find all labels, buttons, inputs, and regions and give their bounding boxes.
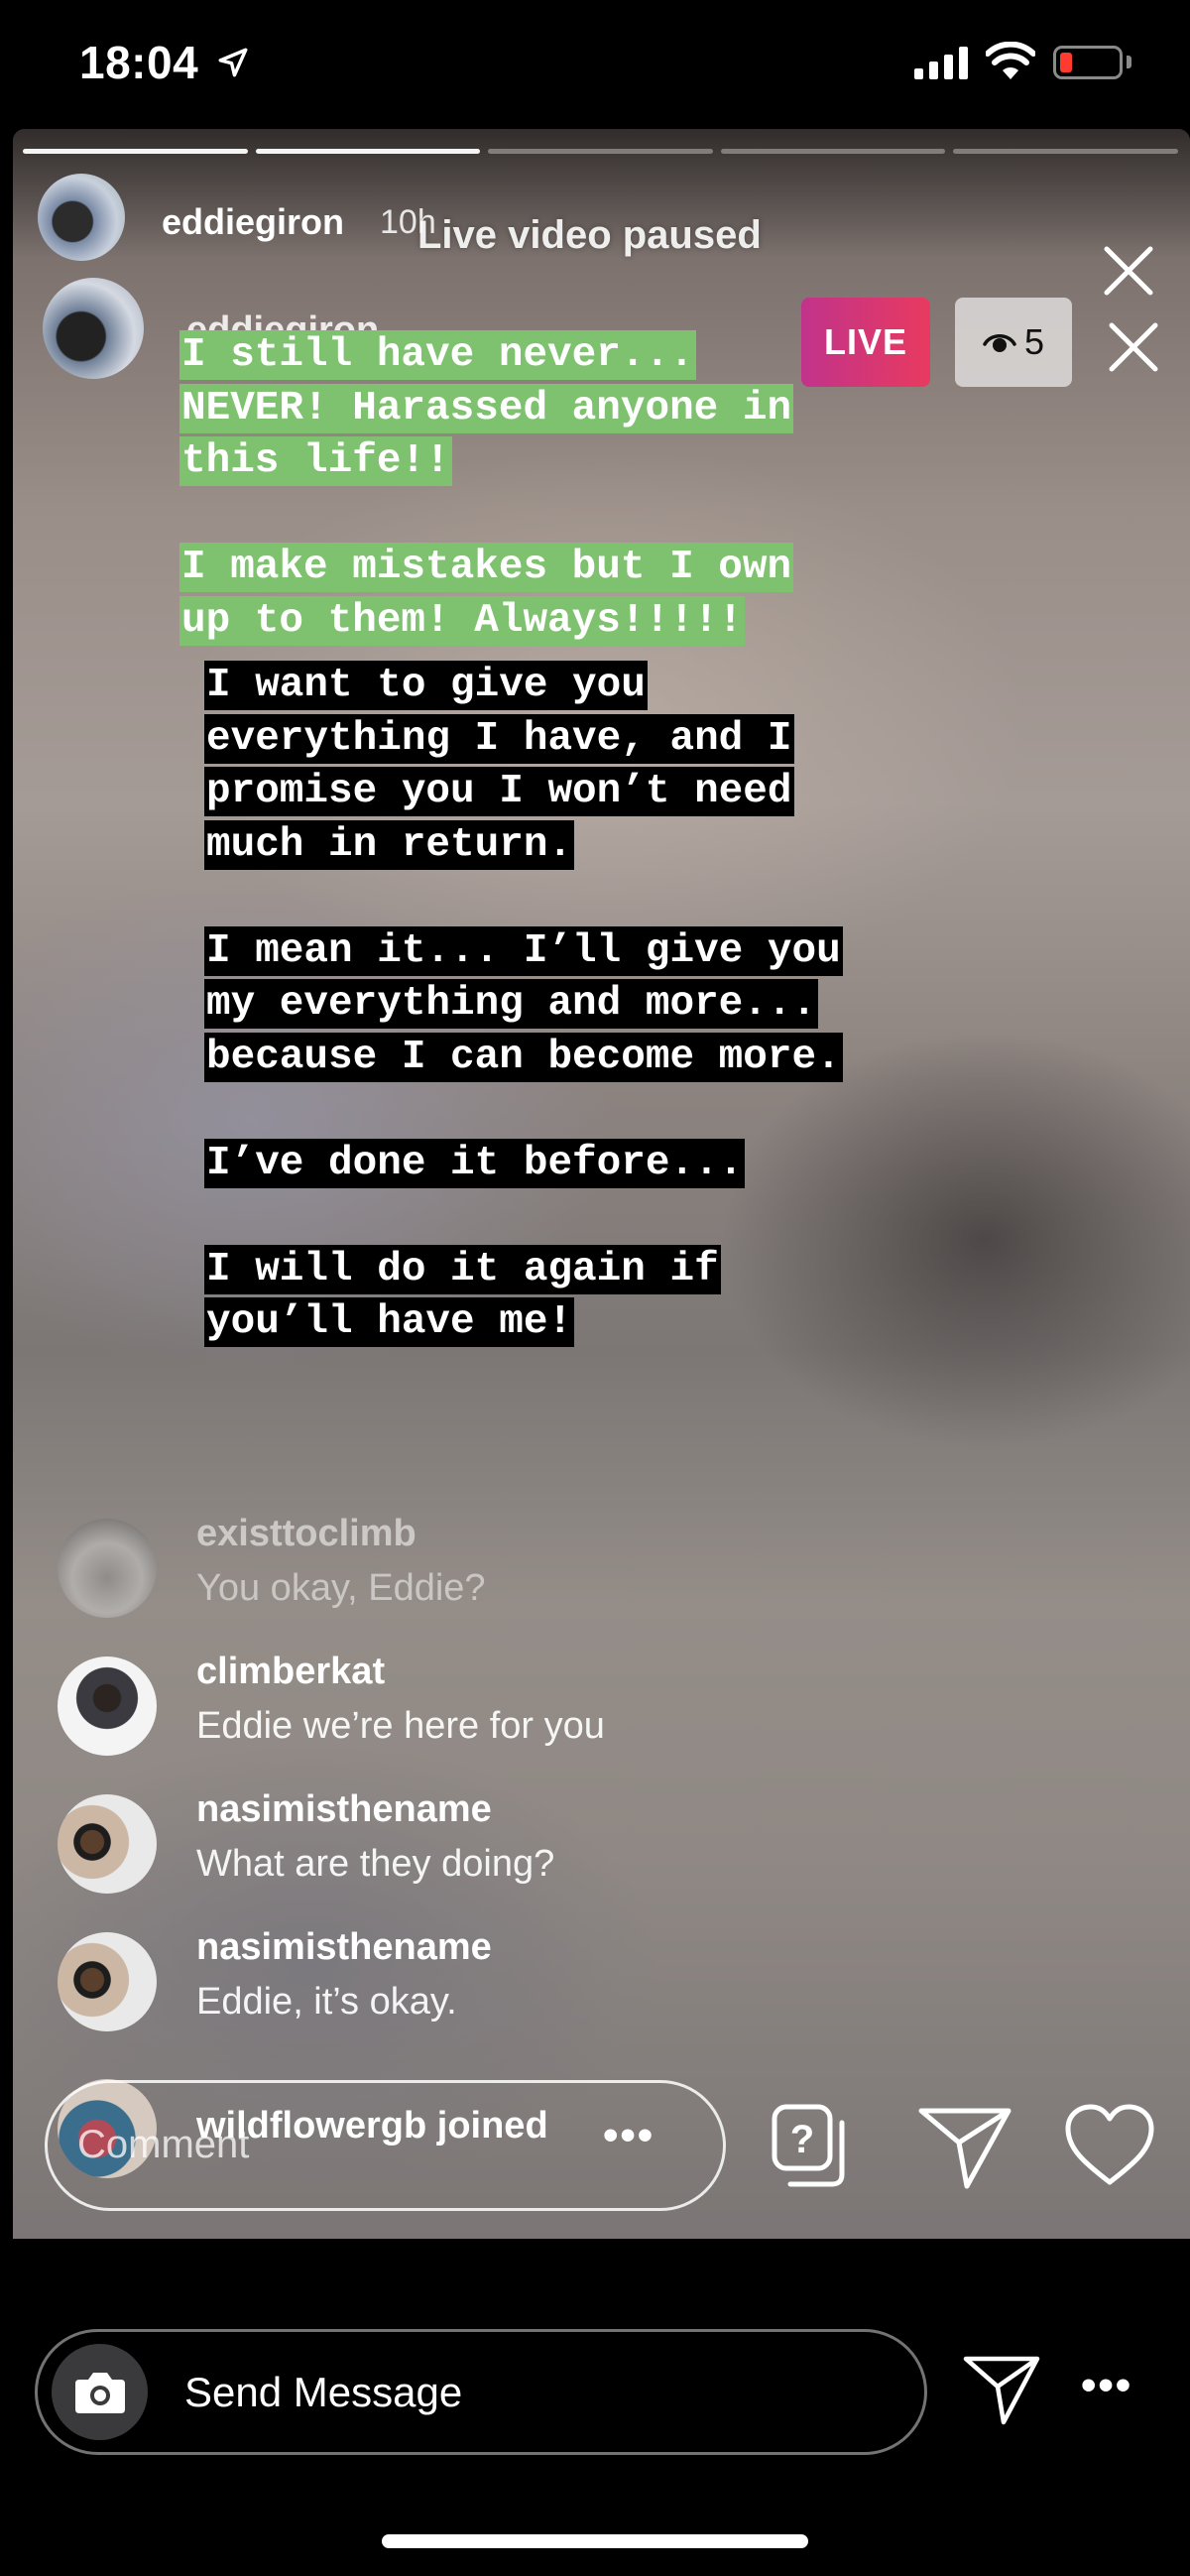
black-text-overlay: I want to give you everything I have, and… [204,660,843,1350]
svg-text:?: ? [790,2118,814,2161]
status-time: 18:04 [79,37,199,88]
overlay-line-text: NEVER! Harassed anyone in [179,383,794,433]
viewer-count: 5 [1023,321,1045,362]
question-box-icon[interactable]: ? [769,2101,858,2190]
overlay-line: NEVER! Harassed anyone in [179,383,794,436]
overlay-line: promise you I won’t need [204,766,843,819]
battery-level [1060,53,1072,72]
overlay-line: I want to give you [204,660,843,713]
overlay-line [204,872,843,925]
eye-icon [983,334,1016,352]
overlay-line: my everything and more... [204,978,843,1032]
live-avatar[interactable] [43,278,144,379]
overlay-line-text: I still have never... [179,330,696,380]
overlay-line-text: up to them! Always!!!!! [179,595,745,646]
overlay-line: this life!! [179,435,793,489]
overlay-line-text: I make mistakes but I own [179,543,794,592]
live-badge: LIVE [801,298,930,387]
overlay-line-text: my everything and more... [204,979,819,1029]
overlay-line-text: because I can become more. [204,1032,843,1082]
overlay-line [179,489,793,543]
overlay-line-text: you’ll have me! [204,1297,575,1347]
overlay-line: much in return. [204,819,843,873]
avatar[interactable] [58,1794,157,1894]
comment-item: nasimisthename What are they doing? [43,1788,1133,1898]
overlay-line: I’ve done it before... [204,1138,843,1191]
overlay-line-text: promise you I won’t need [204,767,794,816]
more-options-button[interactable]: ••• [603,2111,654,2160]
paper-plane-icon[interactable] [915,2103,1014,2192]
comment-item: existtoclimb You okay, Eddie? [43,1513,1133,1622]
comment-username[interactable]: existtoclimb [196,1513,416,1555]
comment-username[interactable]: climberkat [196,1651,385,1693]
story-progress-bar [23,149,1178,154]
comment-username[interactable]: nasimisthename [196,1926,492,1969]
camera-button[interactable] [52,2344,148,2440]
comment-text: You okay, Eddie? [196,1567,486,1609]
home-indicator[interactable] [382,2534,808,2548]
overlay-line [204,1084,843,1138]
overlay-line: everything I have, and I [204,713,843,767]
viewer-count-badge[interactable]: 5 [955,298,1072,387]
comment-placeholder: Comment [77,2123,250,2166]
progress-segment [953,149,1178,154]
progress-segment [488,149,713,154]
overlay-line: I will do it again if [204,1244,843,1297]
story-header: eddiegiron 10h Live video paused [13,174,1190,296]
story-username[interactable]: eddiegiron [162,201,344,243]
paused-label: Live video paused [417,213,762,257]
green-text-overlay: I still have never... NEVER! Harassed any… [179,329,794,649]
avatar[interactable] [58,1932,157,2031]
progress-segment [720,149,946,154]
overlay-line-text [204,873,208,922]
overlay-line-text: I’ve done it before... [204,1138,746,1188]
overlay-line-text: I mean it... I’ll give you [204,925,843,976]
send-message-placeholder: Send Message [184,2369,463,2415]
close-live-icon[interactable] [1104,317,1163,377]
location-arrow-icon [218,48,248,77]
comment-item: nasimisthename Eddie, it’s okay. [43,1926,1133,2035]
avatar[interactable] [58,1519,157,1618]
overlay-line: I make mistakes but I own [179,542,794,595]
overlay-line-text [204,1085,208,1135]
camera-icon [75,2373,125,2413]
overlay-line-text: I want to give you [204,661,648,710]
overlay-line-text [179,490,183,540]
comment-username[interactable]: nasimisthename [196,1788,492,1831]
overlay-line [204,1190,843,1244]
progress-segment [23,149,248,154]
overlay-line: you’ll have me! [204,1296,843,1350]
overlay-line: because I can become more. [204,1032,843,1085]
overlay-line-text: much in return. [204,819,575,870]
battery-low-icon [1053,46,1123,79]
avatar[interactable] [38,174,125,261]
overlay-line: up to them! Always!!!!! [179,595,793,649]
direct-message-icon[interactable] [962,2351,1041,2430]
heart-icon[interactable] [1064,2103,1155,2188]
avatar[interactable] [58,1656,157,1756]
comment-input[interactable]: Comment ••• [45,2080,726,2211]
overlay-line-text: this life!! [179,436,452,486]
overlay-line-text: I will do it again if [204,1244,721,1294]
overlay-line-text [204,1191,208,1241]
overlay-line: I mean it... I’ll give you [204,925,843,979]
send-message-input[interactable]: Send Message [35,2329,927,2455]
comment-text: Eddie, it’s okay. [196,1981,457,2023]
battery-nub [1127,56,1131,68]
overlay-line: I still have never... [179,329,793,383]
more-options-button[interactable]: ••• [1081,2361,1132,2410]
wifi-icon [986,42,1035,79]
live-story-card[interactable]: eddiegiron 10h Live video paused eddiegi… [13,129,1190,2239]
comment-text: Eddie we’re here for you [196,1705,605,1747]
status-bar: 18:04 [0,0,1190,129]
progress-segment [255,149,481,154]
overlay-line-text: everything I have, and I [204,713,794,764]
cellular-signal-icon [914,46,968,79]
comment-text: What are they doing? [196,1843,555,1885]
comment-item: climberkat Eddie we’re here for you [43,1651,1133,1760]
